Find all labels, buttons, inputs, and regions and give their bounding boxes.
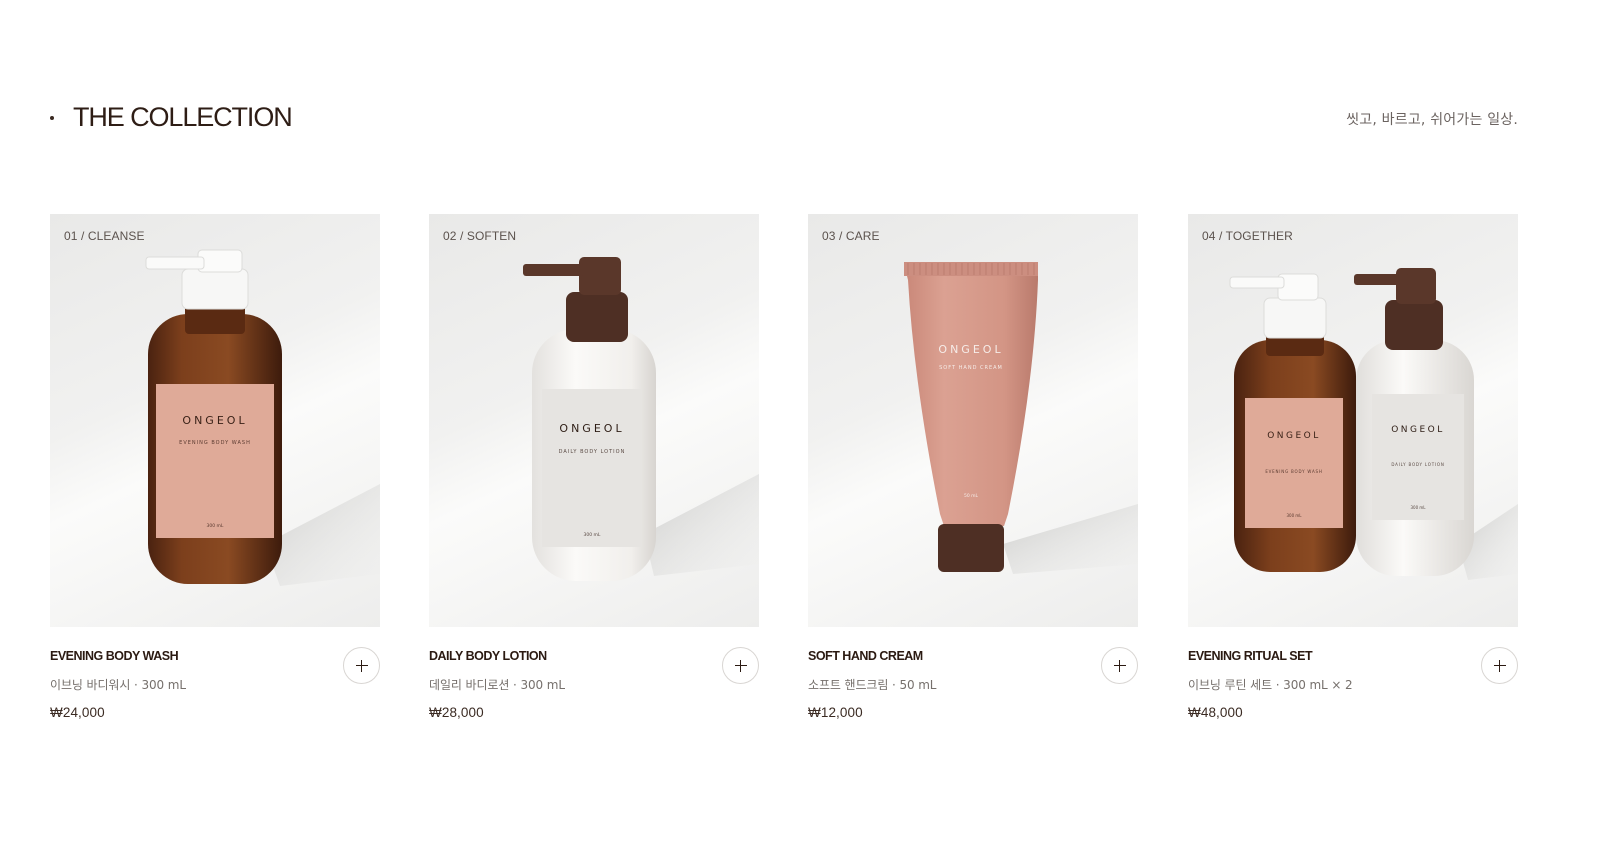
add-to-cart-button[interactable] bbox=[1481, 647, 1518, 684]
product-tag: 03 / CARE bbox=[822, 229, 880, 243]
product-card[interactable]: ONGEOL SOFT HAND CREAM 50 mL 03 / CARE S… bbox=[808, 214, 1138, 724]
product-image[interactable]: ONGEOL DAILY BODY LOTION 300 mL ONGEOL E… bbox=[1188, 214, 1518, 627]
ritual-set-bottles-illustration: ONGEOL DAILY BODY LOTION 300 mL ONGEOL E… bbox=[1229, 268, 1518, 580]
label-volume: 300 mL bbox=[1410, 505, 1426, 510]
product-image[interactable]: ONGEOL EVENING BODY WASH 300 mL 01 / CLE… bbox=[50, 214, 380, 627]
label-brand: ONGEOL bbox=[1391, 425, 1445, 435]
label-product: EVENING BODY WASH bbox=[1265, 469, 1322, 474]
add-to-cart-button[interactable] bbox=[1101, 647, 1138, 684]
product-card[interactable]: ONGEOL EVENING BODY WASH 300 mL 01 / CLE… bbox=[50, 214, 380, 724]
product-price: ₩28,000 bbox=[429, 705, 484, 720]
product-name[interactable]: EVENING BODY WASH bbox=[50, 649, 179, 663]
plus-icon bbox=[355, 659, 368, 672]
bullet-dot bbox=[50, 116, 54, 120]
product-image[interactable]: ONGEOL DAILY BODY LOTION 300 mL 02 / SOF… bbox=[429, 214, 759, 627]
product-image[interactable]: ONGEOL SOFT HAND CREAM 50 mL 03 / CARE bbox=[808, 214, 1138, 627]
product-tag: 01 / CLEANSE bbox=[64, 229, 145, 243]
body-lotion-bottle-illustration: ONGEOL DAILY BODY LOTION 300 mL bbox=[523, 257, 759, 581]
product-subtitle: 데일리 바디로션 · 300 mL bbox=[429, 678, 565, 692]
label-product: DAILY BODY LOTION bbox=[1391, 462, 1444, 467]
product-price: ₩24,000 bbox=[50, 705, 105, 720]
product-tag: 04 / TOGETHER bbox=[1202, 229, 1293, 243]
plus-icon bbox=[1493, 659, 1506, 672]
section-title: THE COLLECTION bbox=[73, 102, 293, 132]
section-header: THE COLLECTION 씻고, 바르고, 쉬어가는 일상. bbox=[50, 100, 1518, 140]
label-product: SOFT HAND CREAM bbox=[939, 365, 1003, 371]
section-tagline: 씻고, 바르고, 쉬어가는 일상. bbox=[1346, 112, 1518, 128]
product-card[interactable]: ONGEOL DAILY BODY LOTION 300 mL ONGEOL E… bbox=[1188, 214, 1518, 724]
product-name[interactable]: SOFT HAND CREAM bbox=[808, 649, 923, 663]
label-product: EVENING BODY WASH bbox=[179, 440, 251, 446]
product-price: ₩48,000 bbox=[1188, 705, 1243, 720]
add-to-cart-button[interactable] bbox=[722, 647, 759, 684]
product-subtitle: 이브닝 바디워시 · 300 mL bbox=[50, 678, 186, 692]
body-wash-bottle-illustration: ONGEOL EVENING BODY WASH 300 mL bbox=[145, 249, 380, 586]
product-name[interactable]: DAILY BODY LOTION bbox=[429, 649, 547, 663]
label-volume: 300 mL bbox=[1286, 513, 1302, 518]
add-to-cart-button[interactable] bbox=[343, 647, 380, 684]
product-card[interactable]: ONGEOL DAILY BODY LOTION 300 mL 02 / SOF… bbox=[429, 214, 759, 724]
plus-icon bbox=[1113, 659, 1126, 672]
label-brand: ONGEOL bbox=[559, 422, 624, 435]
product-tag: 02 / SOFTEN bbox=[443, 229, 517, 243]
label-brand: ONGEOL bbox=[938, 343, 1003, 356]
product-price: ₩12,000 bbox=[808, 705, 863, 720]
product-grid: ONGEOL EVENING BODY WASH 300 mL 01 / CLE… bbox=[50, 214, 1518, 734]
product-name[interactable]: EVENING RITUAL SET bbox=[1188, 649, 1313, 663]
label-volume: 50 mL bbox=[964, 493, 979, 499]
label-volume: 300 mL bbox=[584, 532, 601, 538]
plus-icon bbox=[734, 659, 747, 672]
label-product: DAILY BODY LOTION bbox=[559, 449, 626, 455]
product-subtitle: 이브닝 루틴 세트 · 300 mL × 2 bbox=[1188, 678, 1353, 692]
label-volume: 300 mL bbox=[207, 523, 224, 529]
label-brand: ONGEOL bbox=[1267, 431, 1321, 441]
label-brand: ONGEOL bbox=[182, 414, 247, 427]
product-subtitle: 소프트 핸드크림 · 50 mL bbox=[808, 678, 937, 692]
hand-cream-tube-illustration: ONGEOL SOFT HAND CREAM 50 mL bbox=[904, 262, 1138, 574]
